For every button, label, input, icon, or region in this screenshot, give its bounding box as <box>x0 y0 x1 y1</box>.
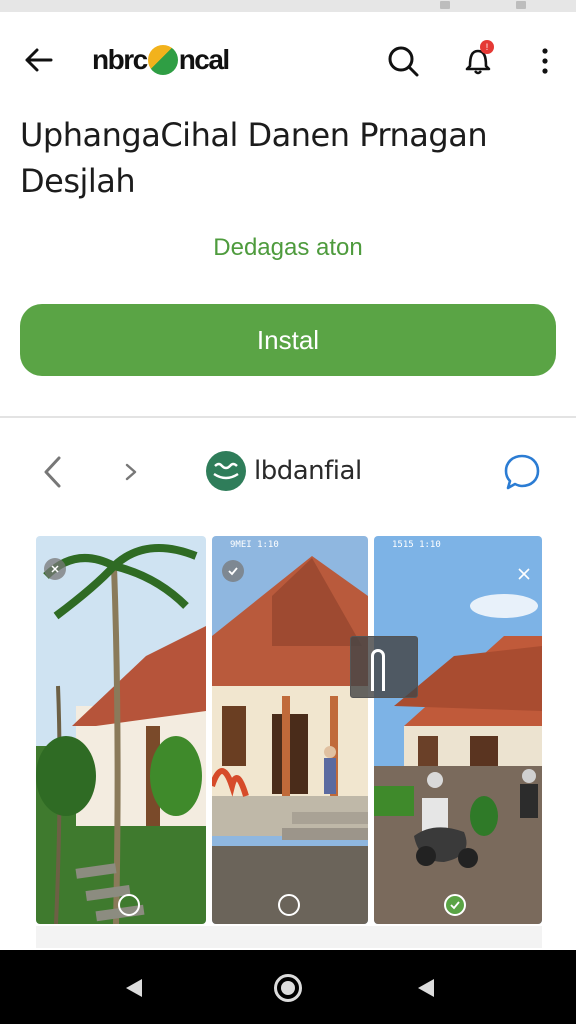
gallery-footer-strip <box>36 926 542 948</box>
more-options-button[interactable] <box>530 42 560 80</box>
app-brand-logo: nbrc ncal <box>92 42 231 78</box>
chevron-left-icon <box>44 456 61 488</box>
screenshot-1[interactable] <box>36 536 206 924</box>
brand-text-right: ncal <box>178 44 231 75</box>
screenshot-gallery[interactable]: 9MEI 1:10 1515 1:10 <box>36 536 542 926</box>
gallery-logo-icon <box>206 451 246 491</box>
screenshot-2-select-radio[interactable] <box>278 894 300 916</box>
gallery-header: lbdanfial <box>0 440 576 504</box>
nav-back-button[interactable] <box>120 974 148 1002</box>
nav-back-icon <box>126 979 142 997</box>
nav-recent-icon <box>418 979 434 997</box>
notifications-button[interactable]: ! <box>458 40 498 80</box>
screenshot-2-status: 9MEI 1:10 <box>230 540 279 550</box>
gallery-brand: lbdanfial <box>206 450 362 492</box>
screenshot-3[interactable]: 1515 1:10 <box>374 536 542 924</box>
system-nav-bar <box>0 950 576 1024</box>
gallery-brand-name: lbdanfial <box>254 456 362 486</box>
brand-mark-icon <box>147 45 178 75</box>
nav-recent-button[interactable] <box>412 974 440 1002</box>
screenshot-2-image <box>212 536 368 924</box>
back-button[interactable] <box>18 40 58 80</box>
arrow-left-icon <box>25 48 53 72</box>
signal-icon <box>516 1 526 9</box>
brand-text-left: nbrc <box>92 44 148 75</box>
drag-handle-overlay[interactable] <box>350 636 418 698</box>
chat-button[interactable] <box>500 450 544 494</box>
battery-icon <box>440 1 450 9</box>
screenshot-3-status: 1515 1:10 <box>392 540 441 550</box>
screenshot-3-close-button[interactable] <box>514 564 534 584</box>
chevron-right-icon <box>125 463 137 481</box>
more-vertical-icon <box>542 48 548 74</box>
developer-link[interactable]: Dedagas aton <box>0 234 576 262</box>
nav-home-button[interactable] <box>274 974 302 1002</box>
screenshot-2-checkbox[interactable] <box>222 560 244 582</box>
screenshot-1-image <box>36 536 206 924</box>
screenshot-2[interactable]: 9MEI 1:10 <box>212 536 368 924</box>
drag-handle-icon <box>371 649 385 691</box>
notification-badge: ! <box>480 40 494 54</box>
search-button[interactable] <box>384 42 422 80</box>
nav-home-icon <box>281 981 295 995</box>
screenshot-1-checkbox[interactable] <box>44 558 66 580</box>
install-button[interactable]: Instal <box>20 304 556 376</box>
gallery-next-button[interactable] <box>116 456 146 488</box>
screenshot-3-image <box>374 536 542 924</box>
search-icon <box>388 46 419 77</box>
chat-bubble-icon <box>504 454 540 490</box>
app-title: UphangaCihal Danen Prnagan Desjlah <box>20 116 488 200</box>
close-icon <box>518 568 530 580</box>
check-icon <box>450 901 460 910</box>
app-bar: nbrc ncal ! <box>0 30 576 90</box>
gallery-prev-button[interactable] <box>32 452 72 492</box>
status-bar <box>0 0 576 12</box>
screenshot-3-select-radio[interactable] <box>444 894 466 916</box>
section-divider <box>0 416 576 418</box>
screenshot-1-select-radio[interactable] <box>118 894 140 916</box>
